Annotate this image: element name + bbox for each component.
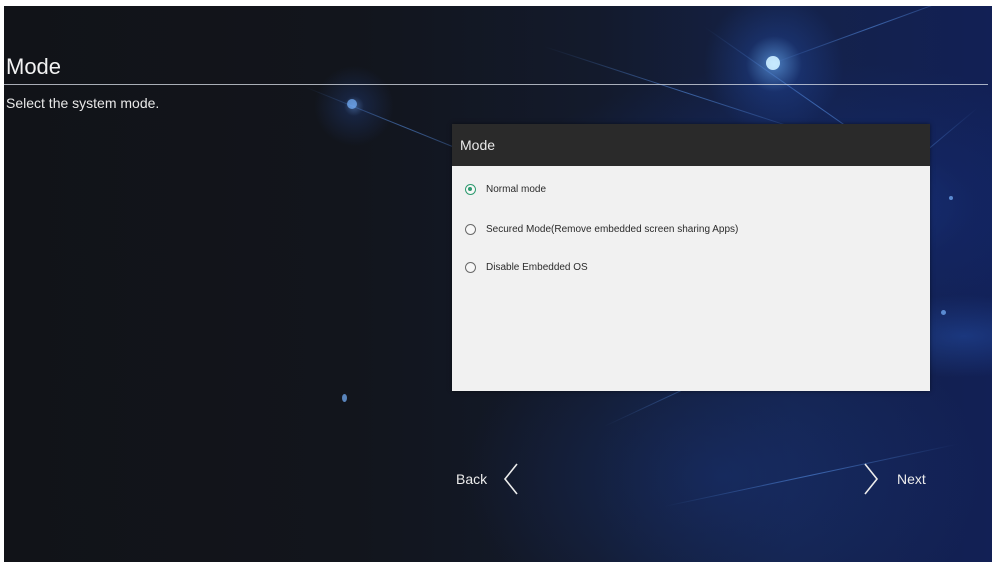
option-label: Disable Embedded OS (486, 262, 588, 273)
page-subtitle: Select the system mode. (6, 95, 160, 111)
option-label: Secured Mode(Remove embedded screen shar… (486, 224, 739, 235)
option-disable-embedded-os[interactable]: Disable Embedded OS (465, 262, 588, 273)
dialog-title: Mode (452, 124, 930, 166)
chevron-left-icon (503, 462, 519, 496)
title-divider (4, 84, 988, 85)
next-button[interactable]: Next (863, 462, 926, 496)
next-label: Next (897, 471, 926, 487)
back-label: Back (456, 471, 488, 487)
mode-dialog: Mode Normal mode Secured Mode(Remove emb… (452, 124, 930, 391)
page-title: Mode (6, 54, 62, 79)
back-button[interactable]: Back (456, 462, 519, 496)
radio-normal-mode[interactable] (465, 184, 476, 195)
chevron-right-icon (863, 462, 879, 496)
option-normal-mode[interactable]: Normal mode (465, 184, 546, 195)
radio-secured-mode[interactable] (465, 224, 476, 235)
option-label: Normal mode (486, 184, 547, 195)
radio-disable-embedded-os[interactable] (465, 262, 476, 273)
option-secured-mode[interactable]: Secured Mode(Remove embedded screen shar… (465, 224, 738, 235)
